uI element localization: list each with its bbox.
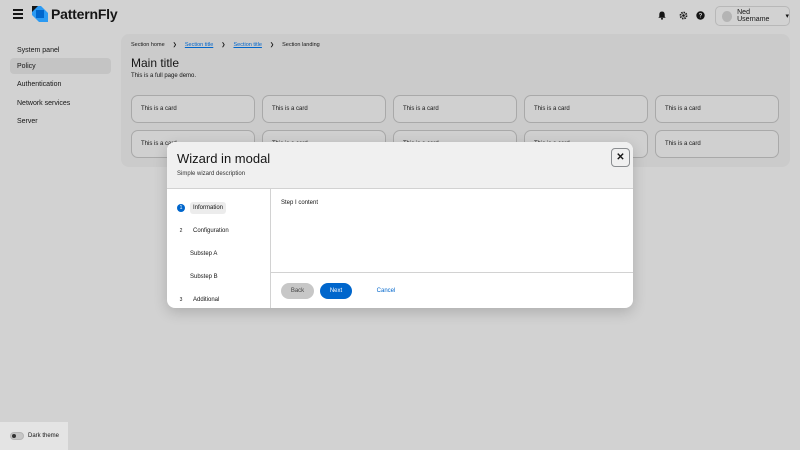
wizard-body: Step I content [271,189,633,272]
chevron-right-icon: ❯ [172,42,177,48]
theme-switch[interactable] [10,432,24,440]
wizard-modal: Wizard in modal Simple wizard descriptio… [167,142,633,308]
breadcrumb-link-section-title-1[interactable]: Section title [185,42,213,48]
switch-knob [12,434,16,438]
hamburger-menu-icon[interactable] [13,9,23,19]
card-text: This is a card [665,106,701,112]
modal-title: Wizard in modal [177,151,271,166]
card-text: This is a card [141,106,177,112]
help-icon[interactable]: ? [695,10,706,21]
sidebar-item-label: Policy [17,62,36,70]
sidebar-item-authentication[interactable]: Authentication [10,76,111,92]
close-icon: ✕ [616,152,625,163]
breadcrumb-item-home: Section home [131,42,165,48]
card: This is a card [131,95,255,123]
sidebar-item-label: Network services [17,99,71,107]
step-number: 3 [179,297,183,303]
wizard-step-configuration[interactable]: 2 Configuration [177,225,232,237]
page-description: This is a full page demo. [131,73,197,79]
wizard-substep-a[interactable]: Substep A [187,248,220,260]
modal-description: Simple wizard description [177,171,246,177]
breadcrumb-link-section-title-2[interactable]: Section title [233,42,261,48]
sidebar-item-label: System panel [17,46,60,54]
card: This is a card [262,95,386,123]
step-label: Configuration [193,228,229,234]
sidebar-item-server[interactable]: Server [10,113,111,129]
wizard-substep-b[interactable]: Substep B [187,271,221,283]
sidebar-item-label: Server [17,117,38,125]
step-number: 2 [179,228,183,234]
sidebar-item-system-panel[interactable]: System panel [10,42,111,58]
sidebar-item-label: Authentication [17,80,62,88]
step-label: Substep A [190,251,218,257]
patternfly-logo-icon [32,6,48,22]
step-label: Information [190,202,227,214]
sidebar-item-network-services[interactable]: Network services [10,95,111,111]
card: This is a card [393,95,517,123]
cancel-button[interactable]: Cancel [371,283,401,299]
chevron-right-icon: ❯ [269,42,275,48]
back-button[interactable]: Back [281,283,314,299]
user-dropdown-toggle[interactable]: Ned Username ▾ [715,6,790,26]
card-text: This is a card [534,106,570,112]
svg-text:?: ? [699,14,703,20]
bell-icon[interactable] [656,10,667,21]
brand-logo[interactable]: PatternFly [32,6,118,22]
card: This is a card [655,130,779,158]
modal-header: Wizard in modal Simple wizard descriptio… [167,142,633,189]
card-text: This is a card [665,141,701,147]
sidebar-item-policy[interactable]: Policy [10,58,111,74]
step-label: Additional [193,297,220,303]
wizard-step-information[interactable]: 1 Information [177,202,227,214]
masthead: PatternFly ? Ned Username ▾ [0,0,800,30]
close-button[interactable]: ✕ [611,148,630,167]
caret-down-icon: ▾ [785,13,789,20]
breadcrumb-item-current: Section landing [282,42,320,48]
step-label: Substep B [190,274,218,280]
card: This is a card [655,95,779,123]
card-text: This is a card [403,106,439,112]
step-number: 1 [177,204,185,212]
next-button[interactable]: Next [320,283,352,299]
brand-name: PatternFly [51,6,118,22]
user-name: Ned Username [737,9,770,23]
dark-theme-toggle[interactable]: Dark theme [0,422,68,450]
avatar [722,10,733,22]
wizard-nav: 1 Information 2 Configuration Substep A … [167,189,271,308]
gear-icon[interactable] [678,10,689,21]
card-text: This is a card [272,106,308,112]
theme-label: Dark theme [28,433,60,439]
page-title: Main title [131,56,180,70]
breadcrumb: Section home ❯ Section title ❯ Section t… [131,42,320,48]
step-content: Step I content [281,200,319,206]
card: This is a card [524,95,648,123]
chevron-right-icon: ❯ [221,42,226,48]
wizard-footer: Back Next Cancel [271,272,633,308]
wizard-step-additional[interactable]: 3 Additional [177,294,222,306]
